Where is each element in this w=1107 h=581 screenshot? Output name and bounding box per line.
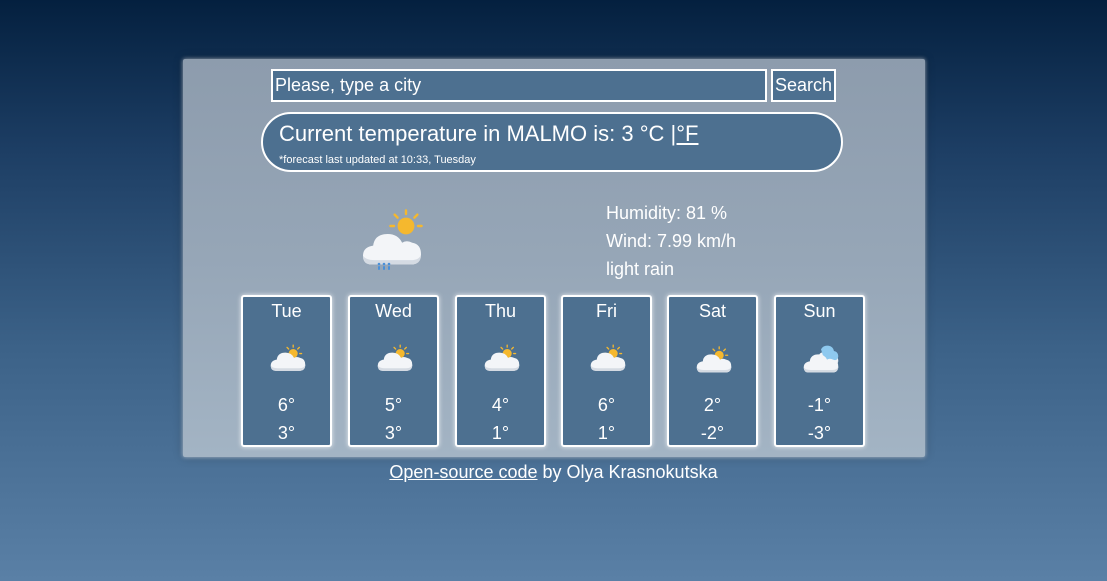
current-weather-panel: Current temperature in MALMO is: 3 °C |°… — [261, 112, 843, 172]
forecast-day-name: Fri — [596, 301, 617, 321]
cloud-snow-icon — [803, 345, 839, 373]
forecast-max-temp: 6° — [597, 395, 616, 415]
forecast-day-name: Wed — [375, 301, 412, 321]
search-button[interactable]: Search — [771, 69, 836, 102]
forecast-min-temp: 3° — [384, 423, 403, 443]
cloud-sun-icon — [377, 344, 413, 371]
search-form: Search — [271, 69, 837, 102]
cloud-sun-icon — [484, 344, 520, 371]
forecast-day-name: Sun — [803, 301, 836, 321]
forecast-day-card: Thu 4° 1° — [455, 295, 546, 447]
forecast-day-name: Sat — [698, 301, 727, 321]
forecast-max-temp: 4° — [491, 395, 510, 415]
source-code-link[interactable]: Open-source code — [389, 462, 537, 482]
fahrenheit-link[interactable]: |°F — [671, 121, 699, 146]
forecast-day-card: Sun -1° -3° — [774, 295, 865, 447]
cloud-sun-icon — [270, 344, 306, 371]
current-temperature-value: 3 — [621, 121, 634, 146]
current-temperature-heading: Current temperature in MALMO is: 3 °C |°… — [279, 121, 698, 147]
humidity-text: Humidity: 81 % — [606, 203, 728, 223]
forecast-day-name: Tue — [271, 301, 302, 321]
forecast-max-temp: 2° — [703, 395, 722, 415]
weather-details: Humidity: 81 % Wind: 7.99 km/h light rai… — [606, 199, 736, 283]
forecast-min-temp: 1° — [597, 423, 616, 443]
celsius-unit: °C — [633, 121, 671, 146]
forecast-day-card: Tue 6° 3° — [241, 295, 332, 447]
forecast-min-temp: -2° — [700, 423, 725, 443]
last-updated-text: *forecast last updated at 10:33, Tuesday — [279, 154, 476, 166]
forecast-day-card: Fri 6° 1° — [561, 295, 652, 447]
forecast-min-temp: 1° — [491, 423, 510, 443]
current-middle: is: — [587, 121, 622, 146]
weather-description: light rain — [606, 259, 675, 279]
forecast-max-temp: -1° — [807, 395, 832, 415]
forecast-max-temp: 5° — [384, 395, 403, 415]
city-name: MALMO — [506, 121, 588, 146]
search-input[interactable] — [271, 69, 767, 102]
current-prefix: Current temperature in — [279, 121, 507, 146]
weather-app: Search Current temperature in MALMO is: … — [183, 59, 925, 457]
author-credit: by Olya Krasnokutska — [537, 462, 718, 482]
forecast-list: Tue 6° 3° Wed 5° 3° Thu 4° 1° Fri 6° 1° … — [241, 295, 867, 447]
forecast-min-temp: -3° — [807, 423, 832, 443]
wind-text: Wind: 7.99 km/h — [606, 231, 737, 251]
cloud-sun-icon — [590, 344, 626, 371]
forecast-day-card: Wed 5° 3° — [348, 295, 439, 447]
cloud-sun-rain-icon — [363, 209, 423, 270]
footer: Open-source code by Olya Krasnokutska — [0, 462, 1107, 483]
forecast-day-name: Thu — [484, 301, 517, 321]
forecast-min-temp: 3° — [277, 423, 296, 443]
forecast-day-card: Sat 2° -2° — [667, 295, 758, 447]
forecast-max-temp: 6° — [277, 395, 296, 415]
cloud-sun-icon — [696, 346, 732, 373]
